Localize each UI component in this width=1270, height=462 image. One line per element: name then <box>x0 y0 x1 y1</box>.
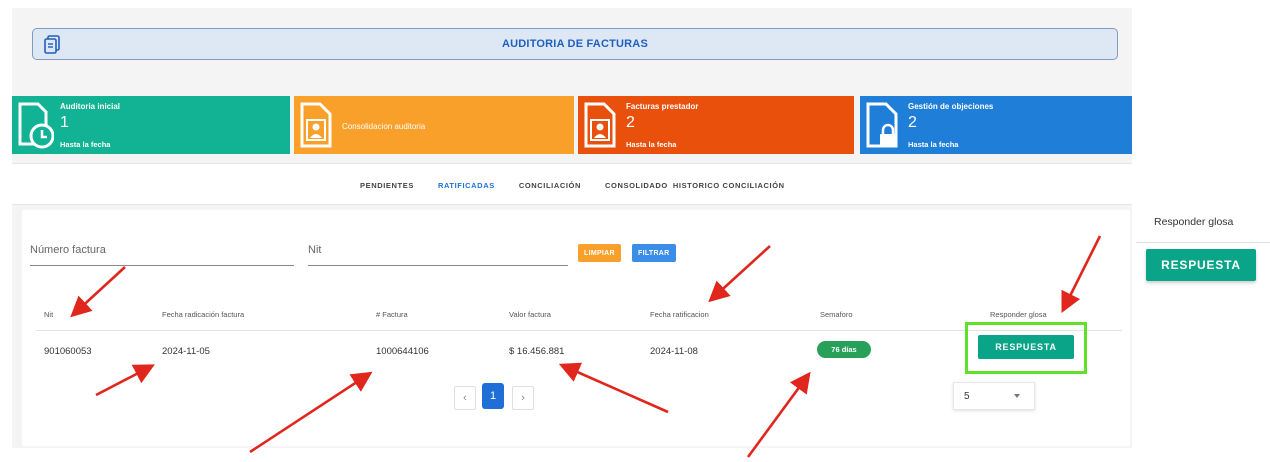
card-title: Facturas prestador <box>626 102 699 111</box>
document-person-icon <box>300 102 332 148</box>
invoice-number-input[interactable] <box>30 240 294 256</box>
nit-input[interactable] <box>308 240 568 256</box>
card-auditoria-inicial[interactable]: Auditoria inicial 1 Hasta la fecha <box>12 96 290 154</box>
cell-factura: 1000644106 <box>376 346 429 357</box>
page-title: AUDITORIA DE FACTURAS <box>502 38 648 50</box>
card-label: Consolidacion auditoria <box>342 122 426 131</box>
page-size-select[interactable]: 5 <box>953 382 1035 410</box>
card-title: Gestión de objeciones <box>908 102 994 111</box>
card-count: 1 <box>60 114 69 131</box>
table-divider <box>36 330 1122 331</box>
card-consolidacion-auditoria[interactable]: Consolidacion auditoria <box>294 96 574 154</box>
column-header-fecha-ratificacion: Fecha ratificacion <box>650 310 709 319</box>
card-title: Auditoria inicial <box>60 102 121 111</box>
card-facturas-prestador[interactable]: Facturas prestador 2 Hasta la fecha <box>578 96 854 154</box>
filter-button[interactable]: FILTRAR <box>632 244 676 262</box>
column-header-responder-glosa: Responder glosa <box>990 310 1047 319</box>
card-count: 2 <box>626 114 635 131</box>
cell-fecha-radicacion: 2024-11-05 <box>162 346 210 357</box>
clear-button[interactable]: LIMPIAR <box>578 244 621 262</box>
tab-ratificadas[interactable]: RATIFICADAS <box>438 181 495 190</box>
chevron-down-icon <box>1014 394 1020 398</box>
tab-pendientes[interactable]: PENDIENTES <box>360 181 414 190</box>
card-gestion-objeciones[interactable]: Gestión de objeciones 2 Hasta la fecha <box>860 96 1132 154</box>
column-header-semaforo: Semaforo <box>820 310 853 319</box>
main-panel: LIMPIAR FILTRAR Nit Fecha radicación fac… <box>22 210 1130 446</box>
page-size-value: 5 <box>964 391 970 402</box>
document-clock-icon <box>18 102 54 149</box>
side-label: Responder glosa <box>1154 216 1234 228</box>
column-header-fecha-radicacion: Fecha radicación factura <box>162 310 245 319</box>
side-divider <box>1136 242 1270 243</box>
tab-conciliacion[interactable]: CONCILIACIÓN <box>519 181 581 190</box>
card-subtitle: Hasta la fecha <box>908 140 959 149</box>
tab-historico-conciliacion[interactable]: HISTORICO CONCILIACIÓN <box>673 181 785 190</box>
cell-valor: $ 16.456.881 <box>509 346 565 357</box>
cell-fecha-ratificacion: 2024-11-08 <box>650 346 698 357</box>
prev-page-button[interactable]: ‹ <box>454 386 476 410</box>
column-header-valor: Valor factura <box>509 310 551 319</box>
tabs-bar: PENDIENTES RATIFICADAS CONCILIACIÓN CONS… <box>12 163 1132 205</box>
cell-nit: 901060053 <box>44 346 92 357</box>
app-window: AUDITORIA DE FACTURAS Auditoria inicial … <box>12 8 1132 448</box>
respuesta-button[interactable]: RESPUESTA <box>978 335 1074 359</box>
column-header-nit: Nit <box>44 310 54 319</box>
status-badge: 76 días <box>817 341 871 358</box>
card-count: 2 <box>908 114 917 131</box>
invoice-number-field <box>30 240 294 266</box>
card-subtitle: Hasta la fecha <box>626 140 677 149</box>
column-header-factura: # Factura <box>376 310 408 319</box>
current-page-button[interactable]: 1 <box>482 383 504 409</box>
document-lock-icon <box>866 102 898 148</box>
card-subtitle: Hasta la fecha <box>60 140 111 149</box>
next-page-button[interactable]: › <box>512 386 534 410</box>
page-header: AUDITORIA DE FACTURAS <box>32 28 1118 60</box>
tab-consolidado[interactable]: CONSOLIDADO <box>605 181 668 190</box>
document-person-icon <box>584 102 616 148</box>
side-respuesta-button[interactable]: RESPUESTA <box>1146 249 1256 281</box>
nit-field <box>308 240 568 266</box>
